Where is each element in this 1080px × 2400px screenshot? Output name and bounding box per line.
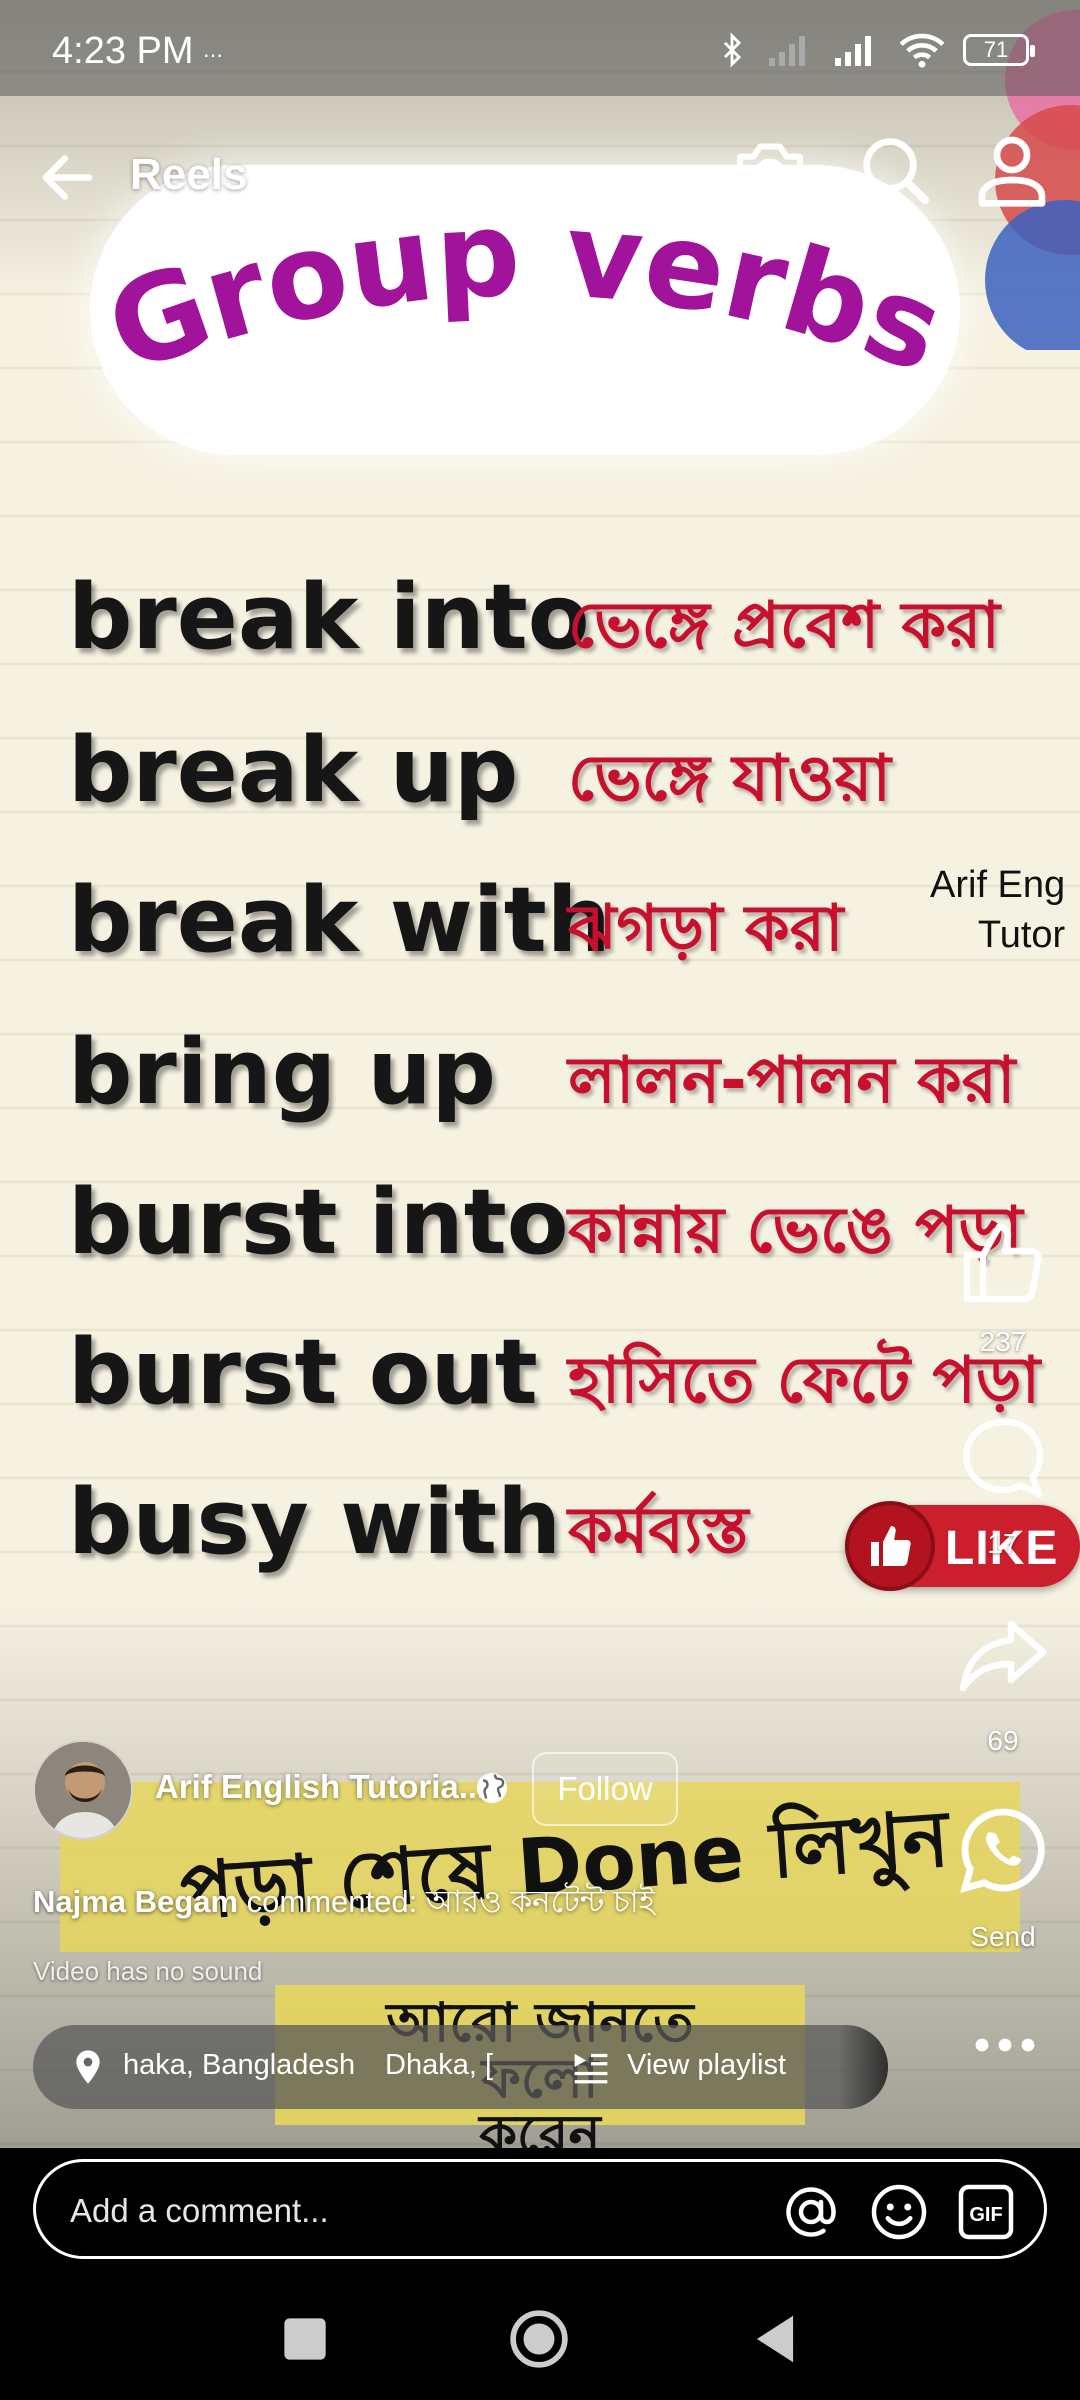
send-label: Send (970, 1921, 1036, 1952)
comment-count: 17 (987, 1528, 1019, 1559)
back-triangle-icon[interactable] (744, 2308, 806, 2370)
like-count: 237 (979, 1326, 1027, 1357)
comment-icon[interactable] (955, 1410, 1051, 1506)
chevron-down-icon (268, 168, 293, 184)
search-icon[interactable] (855, 130, 935, 210)
verb-english: break with (68, 868, 611, 973)
verb-row: bring up লালন-পালন করা (68, 1020, 1078, 1130)
watermark-line: Tutor (977, 914, 1066, 956)
recents-square-icon[interactable] (274, 2308, 336, 2370)
facebook-logo (985, 200, 1080, 350)
reels-selector[interactable]: Reels (130, 150, 297, 200)
channel-watermark: Arif Eng Tutor (930, 860, 1065, 960)
verb-english: break up (68, 718, 519, 823)
verb-row: break into ভেঙ্গে প্রবেশ করা (68, 565, 1078, 675)
profile-icon[interactable] (972, 130, 1052, 210)
reel-video[interactable]: Group verbs break into ভেঙ্গে প্রবেশ করা… (0, 0, 1080, 2148)
share-count: 69 (987, 1725, 1019, 1756)
verb-bangla: ঝগড়া করা (568, 892, 844, 966)
verb-row: burst out হাসিতে ফেটে পড়া (68, 1320, 1078, 1430)
data-speed-icon: ⋯ (203, 45, 223, 67)
like-thumbs-up-icon[interactable] (955, 1215, 1051, 1311)
top-comment[interactable]: Najma Begam commented: আরও কনটেন্ট চাই (33, 1878, 655, 1930)
comment-text: commented: আরও কনটেন্ট চাই (238, 1884, 655, 1919)
verb-row: break with ঝগড়া করা (68, 868, 1078, 978)
system-nav-bar (0, 2278, 1080, 2400)
watermark-line: Arif Eng (930, 864, 1066, 906)
globe-icon (477, 1773, 507, 1803)
wifi-icon (899, 33, 945, 68)
share-icon[interactable] (955, 1608, 1051, 1704)
verb-bangla: ভেঙ্গে প্রবেশ করা (568, 589, 1000, 663)
location-label[interactable]: Dhaka, [ (385, 2049, 493, 2082)
signal-icon (835, 36, 871, 66)
video-title: Group verbs (91, 184, 960, 399)
verb-english: break into (68, 565, 590, 670)
signal-icon (769, 36, 805, 66)
location-label[interactable]: haka, Bangladesh (123, 2049, 355, 2082)
status-time: 4:23 PM (52, 30, 194, 72)
comment-placeholder: Add a comment... (70, 2192, 329, 2229)
home-circle-icon[interactable] (508, 2308, 570, 2370)
verb-row: burst into কান্নায় ভেঙে পড়া (68, 1170, 1078, 1280)
chip-fade (838, 2025, 888, 2109)
page-title: Reels (130, 150, 248, 199)
author-name[interactable]: Arif English Tutoria... (155, 1768, 486, 1806)
verb-row: break up ভেঙ্গে যাওয়া (68, 718, 1078, 828)
author-avatar[interactable] (33, 1740, 133, 1840)
sound-notice: Video has no sound (33, 1956, 263, 1986)
status-bar: 4:23 PM ⋯ 71 (0, 0, 1080, 96)
thumbs-up-icon (845, 1501, 935, 1591)
more-options-icon[interactable] (970, 2025, 1040, 2065)
location-pin-icon (76, 2050, 100, 2084)
info-chip[interactable]: haka, Bangladesh Dhaka, [ View playlist (33, 2025, 888, 2109)
emoji-icon[interactable] (869, 2182, 929, 2242)
caption-line: করেন (479, 2103, 601, 2149)
camera-icon[interactable] (730, 130, 810, 210)
comment-input[interactable]: Add a comment... GIF (33, 2159, 1047, 2259)
verb-english: burst into (68, 1170, 569, 1275)
gif-icon[interactable]: GIF (956, 2182, 1016, 2242)
verb-bangla: লালন-পালন করা (568, 1044, 1016, 1118)
verb-bangla: ভেঙ্গে যাওয়া (568, 742, 891, 816)
verb-bangla: কর্মব্যস্ত (568, 1494, 749, 1568)
svg-text:GIF: GIF (969, 2204, 1002, 2226)
playlist-icon (574, 2053, 608, 2084)
whatsapp-icon[interactable] (955, 1802, 1051, 1898)
back-arrow-icon[interactable] (35, 145, 100, 210)
status-icons: 71 (715, 28, 1035, 72)
verb-english: burst out (68, 1320, 538, 1425)
video-title-badge: Group verbs (90, 165, 960, 455)
verb-english: busy with (68, 1470, 562, 1575)
view-playlist-link[interactable]: View playlist (627, 2049, 786, 2082)
bluetooth-icon (723, 32, 742, 68)
follow-button[interactable]: Follow (532, 1752, 678, 1826)
comment-author: Najma Begam (33, 1884, 239, 1919)
verb-english: bring up (68, 1020, 496, 1125)
mention-icon[interactable] (781, 2182, 841, 2242)
battery-icon: 71 (963, 34, 1035, 66)
comment-bar: Add a comment... GIF (0, 2148, 1080, 2278)
